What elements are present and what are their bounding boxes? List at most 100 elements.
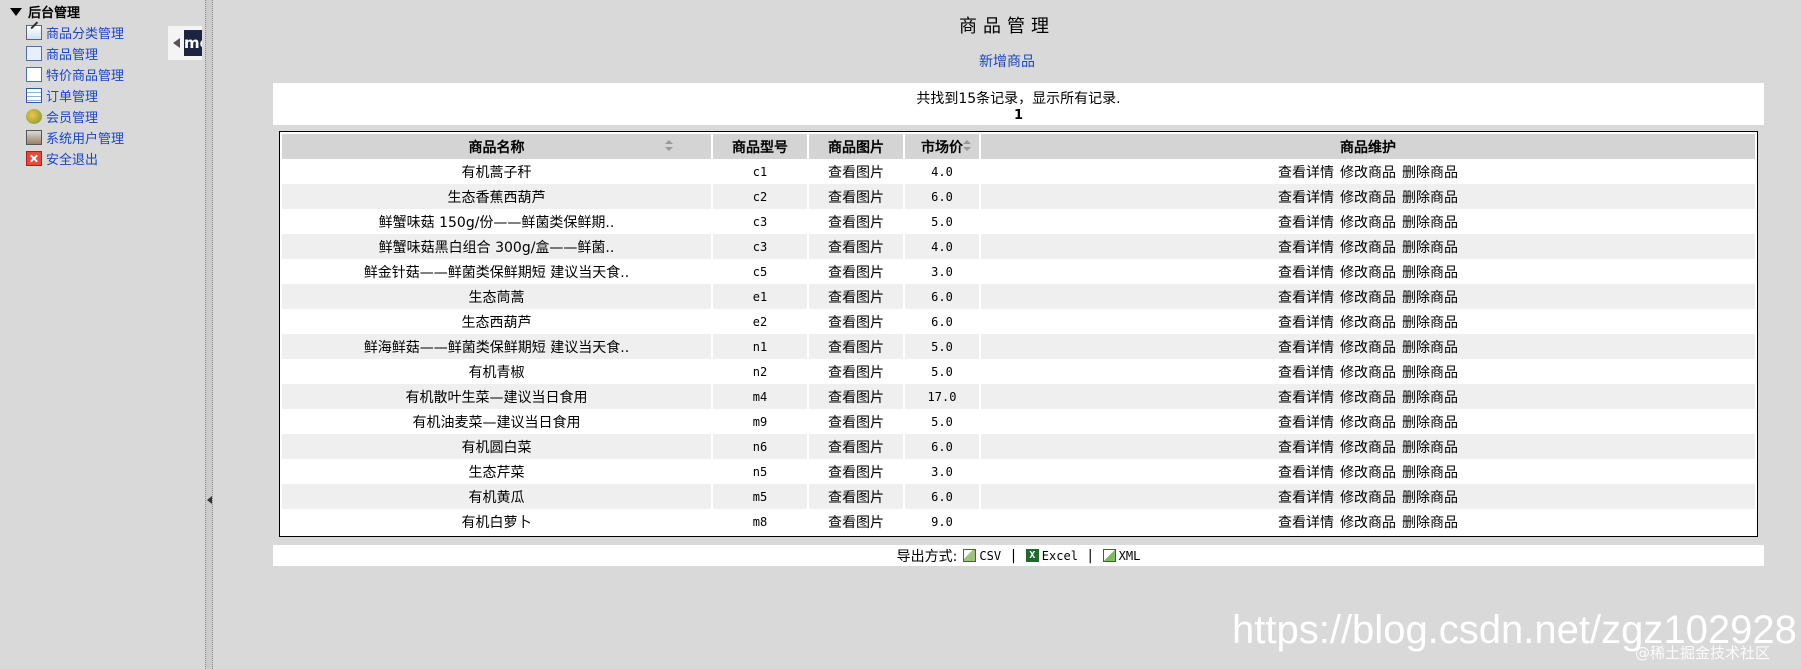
delete-product-link[interactable]: 删除商品 (1402, 265, 1458, 281)
view-image-link[interactable]: 查看图片 (828, 490, 884, 506)
view-details-link[interactable]: 查看详情 (1278, 390, 1334, 406)
view-details-link[interactable]: 查看详情 (1278, 365, 1334, 381)
delete-product-link[interactable]: 删除商品 (1402, 240, 1458, 256)
edit-product-link[interactable]: 修改商品 (1340, 415, 1396, 431)
edit-product-link[interactable]: 修改商品 (1340, 515, 1396, 531)
view-image-link[interactable]: 查看图片 (828, 165, 884, 181)
sidebar-item-member[interactable]: 会员管理 (26, 106, 124, 127)
view-image-link[interactable]: 查看图片 (828, 365, 884, 381)
export-excel-button[interactable]: X Excel (1025, 549, 1078, 563)
view-image-link[interactable]: 查看图片 (828, 290, 884, 306)
view-details-link[interactable]: 查看详情 (1278, 265, 1334, 281)
delete-product-link[interactable]: 删除商品 (1402, 165, 1458, 181)
view-details-link[interactable]: 查看详情 (1278, 190, 1334, 206)
column-header-name[interactable]: 商品名称 (282, 134, 713, 159)
cell-price: 6.0 (904, 184, 981, 209)
frame-splitter[interactable] (205, 0, 213, 669)
delete-product-link[interactable]: 删除商品 (1402, 415, 1458, 431)
view-image-link[interactable]: 查看图片 (828, 390, 884, 406)
sidebar-nav: 商品分类管理 商品管理 特价商品管理 订单管理 会员管理 系统用户管理 安全退出 (26, 22, 124, 169)
cell-model: m4 (712, 384, 809, 409)
view-image-link[interactable]: 查看图片 (828, 215, 884, 231)
cell-price: 6.0 (904, 309, 981, 334)
view-details-link[interactable]: 查看详情 (1278, 240, 1334, 256)
delete-product-link[interactable]: 删除商品 (1402, 365, 1458, 381)
view-details-link[interactable]: 查看详情 (1278, 515, 1334, 531)
cell-actions: 查看详情 修改商品 删除商品 (980, 334, 1755, 359)
export-csv-button[interactable]: CSV (963, 549, 1001, 563)
view-details-link[interactable]: 查看详情 (1278, 465, 1334, 481)
edit-product-link[interactable]: 修改商品 (1340, 365, 1396, 381)
delete-product-link[interactable]: 删除商品 (1402, 515, 1458, 531)
view-details-link[interactable]: 查看详情 (1278, 490, 1334, 506)
add-product-link[interactable]: 新增商品 (213, 51, 1801, 71)
delete-product-link[interactable]: 删除商品 (1402, 290, 1458, 306)
edit-product-link[interactable]: 修改商品 (1340, 315, 1396, 331)
view-details-link[interactable]: 查看详情 (1278, 440, 1334, 456)
edit-product-link[interactable]: 修改商品 (1340, 240, 1396, 256)
view-details-link[interactable]: 查看详情 (1278, 290, 1334, 306)
delete-product-link[interactable]: 删除商品 (1402, 390, 1458, 406)
edit-product-link[interactable]: 修改商品 (1340, 215, 1396, 231)
edit-product-link[interactable]: 修改商品 (1340, 390, 1396, 406)
delete-product-link[interactable]: 删除商品 (1402, 340, 1458, 356)
cell-model: n5 (712, 459, 809, 484)
delete-product-link[interactable]: 删除商品 (1402, 315, 1458, 331)
table-row: 有机散叶生菜—建议当日食用 m4 查看图片 17.0 查看详情 修改商品 删除商品 (282, 384, 1755, 409)
caret-down-icon (10, 7, 22, 16)
sidebar-item-category[interactable]: 商品分类管理 (26, 22, 124, 43)
sidebar-item-logout[interactable]: 安全退出 (26, 148, 124, 169)
export-xml-button[interactable]: XML (1102, 549, 1140, 563)
edit-product-link[interactable]: 修改商品 (1340, 165, 1396, 181)
delete-product-link[interactable]: 删除商品 (1402, 465, 1458, 481)
view-image-link[interactable]: 查看图片 (828, 240, 884, 256)
view-details-link[interactable]: 查看详情 (1278, 415, 1334, 431)
cell-actions: 查看详情 修改商品 删除商品 (980, 384, 1755, 409)
cell-actions: 查看详情 修改商品 删除商品 (980, 159, 1755, 184)
edit-product-link[interactable]: 修改商品 (1340, 465, 1396, 481)
cell-actions: 查看详情 修改商品 删除商品 (980, 509, 1755, 534)
edit-product-link[interactable]: 修改商品 (1340, 265, 1396, 281)
sidebar-root[interactable]: 后台管理 (10, 2, 80, 21)
view-details-link[interactable]: 查看详情 (1278, 215, 1334, 231)
cell-model: c2 (712, 184, 809, 209)
edit-product-link[interactable]: 修改商品 (1340, 340, 1396, 356)
view-image-link[interactable]: 查看图片 (828, 190, 884, 206)
view-image-link[interactable]: 查看图片 (828, 415, 884, 431)
delete-product-link[interactable]: 删除商品 (1402, 490, 1458, 506)
edit-product-link[interactable]: 修改商品 (1340, 490, 1396, 506)
delete-product-link[interactable]: 删除商品 (1402, 190, 1458, 206)
view-image-link[interactable]: 查看图片 (828, 315, 884, 331)
view-image-link[interactable]: 查看图片 (828, 265, 884, 281)
view-details-link[interactable]: 查看详情 (1278, 165, 1334, 181)
cell-model: c3 (712, 234, 809, 259)
cell-model: c3 (712, 209, 809, 234)
sort-icon[interactable] (963, 140, 971, 152)
table-row: 有机蒿子秆 c1 查看图片 4.0 查看详情 修改商品 删除商品 (282, 159, 1755, 184)
sidebar-item-sysuser[interactable]: 系统用户管理 (26, 127, 124, 148)
cell-product-name: 生态香蕉西葫芦 (282, 184, 713, 209)
cell-model: m5 (712, 484, 809, 509)
view-details-link[interactable]: 查看详情 (1278, 315, 1334, 331)
page-number[interactable]: 1 (273, 108, 1764, 123)
sort-icon[interactable] (665, 140, 673, 152)
edit-product-link[interactable]: 修改商品 (1340, 440, 1396, 456)
splitter-arrow-icon[interactable] (207, 496, 212, 504)
column-header-price[interactable]: 市场价 (904, 134, 981, 159)
view-details-link[interactable]: 查看详情 (1278, 340, 1334, 356)
edit-product-link[interactable]: 修改商品 (1340, 290, 1396, 306)
sidebar-item-order[interactable]: 订单管理 (26, 85, 124, 106)
sidebar-item-product[interactable]: 商品管理 (26, 43, 124, 64)
delete-product-link[interactable]: 删除商品 (1402, 440, 1458, 456)
view-image-link[interactable]: 查看图片 (828, 465, 884, 481)
view-image-link[interactable]: 查看图片 (828, 340, 884, 356)
delete-product-link[interactable]: 删除商品 (1402, 215, 1458, 231)
collapse-tab[interactable]: me (168, 26, 202, 60)
view-image-link[interactable]: 查看图片 (828, 440, 884, 456)
sidebar-item-special[interactable]: 特价商品管理 (26, 64, 124, 85)
view-image-link[interactable]: 查看图片 (828, 515, 884, 531)
cell-product-name: 生态芹菜 (282, 459, 713, 484)
edit-product-link[interactable]: 修改商品 (1340, 190, 1396, 206)
table-row: 有机油麦菜—建议当日食用 m9 查看图片 5.0 查看详情 修改商品 删除商品 (282, 409, 1755, 434)
page-title: 商品管理 (959, 16, 1055, 37)
